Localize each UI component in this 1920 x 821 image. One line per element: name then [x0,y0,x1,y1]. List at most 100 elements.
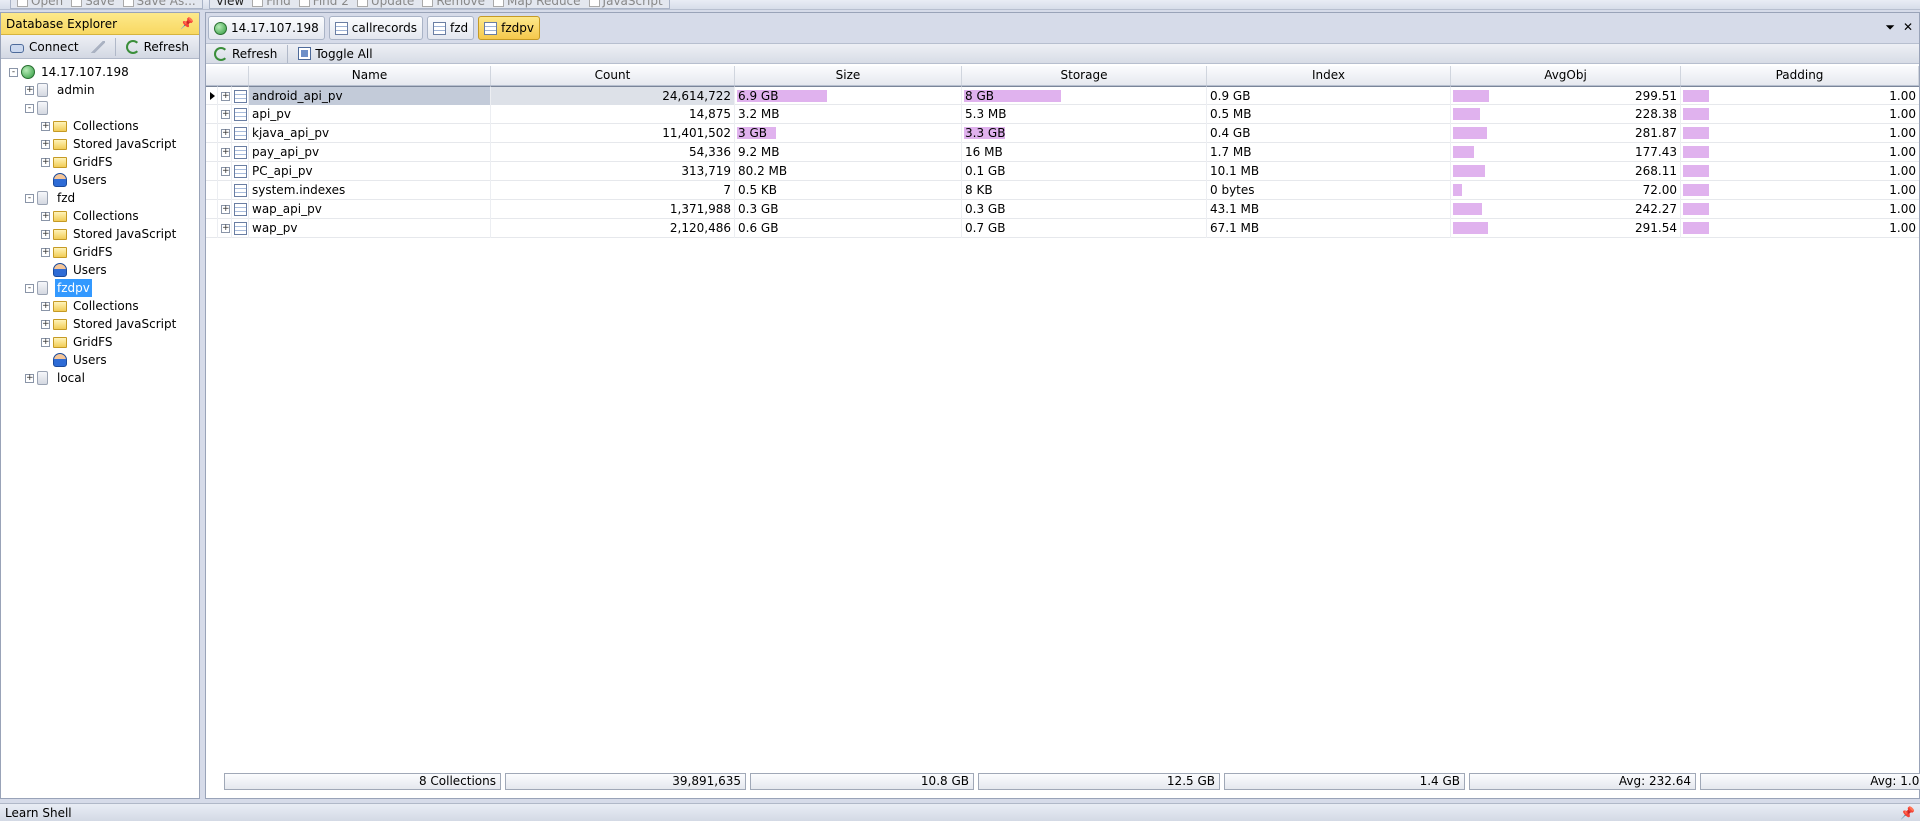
javascript-button[interactable]: JavaScript [588,0,663,8]
tab-fzd[interactable]: fzd [427,16,475,40]
expand-icon[interactable]: + [41,140,50,149]
row-expander[interactable]: + [218,105,232,124]
column-header-count[interactable]: Count [491,66,735,85]
expand-icon[interactable]: + [41,338,50,347]
expand-icon[interactable]: + [221,167,230,176]
database-icon [37,281,48,295]
tree-node-collections[interactable]: + Collections [1,117,199,135]
learn-shell-label[interactable]: Learn Shell [5,806,72,820]
tab-callrecords[interactable]: callrecords [328,16,423,40]
tree-node-stored-javascript[interactable]: + Stored JavaScript [1,315,199,333]
expand-icon[interactable]: + [41,158,50,167]
tree-node-gridfs[interactable]: + GridFS [1,243,199,261]
table-row[interactable]: system.indexes 7 0.5 KB 8 KB 0 bytes 72.00 1.0… [206,181,1919,200]
tree-node-database[interactable]: + local [1,369,199,387]
tab-server[interactable]: 14.17.107.198 [208,16,325,40]
save-as-button[interactable]: Save As... [122,0,196,8]
cell-count: 313,719 [491,162,735,181]
table-row[interactable]: + android_api_pv 24,614,722 6.9 GB 8 GB 0.9 G… [206,86,1919,105]
table-row[interactable]: + kjava_api_pv 11,401,502 3 GB 3.3 GB 0.4 GB 2… [206,124,1919,143]
expand-icon[interactable]: + [221,148,230,157]
pin-icon[interactable]: 📌 [180,17,194,30]
table-row[interactable]: + PC_api_pv 313,719 80.2 MB 0.1 GB 10.1 MB 268… [206,162,1919,181]
tab-fzdpv[interactable]: fzdpv [478,16,540,40]
row-expander[interactable]: + [218,162,232,181]
disconnect-button[interactable] [87,39,109,55]
row-expander[interactable]: + [218,86,232,105]
tree-node-stored-javascript[interactable]: + Stored JavaScript [1,225,199,243]
table-row[interactable]: + wap_api_pv 1,371,988 0.3 GB 0.3 GB 43.1 MB 2… [206,200,1919,219]
collapse-icon[interactable]: - [9,68,18,77]
cell-name: kjava_api_pv [249,124,491,143]
column-header-storage[interactable]: Storage [962,66,1207,85]
expand-icon[interactable]: + [25,374,34,383]
open-button[interactable]: Open [17,0,63,8]
table-row[interactable]: + wap_pv 2,120,486 0.6 GB 0.7 GB 67.1 MB 291.5… [206,219,1919,238]
connect-button[interactable]: Connect [5,38,83,56]
toggle-all-button[interactable]: Toggle All [294,45,376,63]
find-icon [252,0,264,7]
cell-value: 1.00 [1889,107,1916,121]
expand-icon[interactable]: + [221,224,230,233]
cell-value: 80.2 MB [738,164,788,178]
column-header-index[interactable]: Index [1207,66,1451,85]
database-icon [37,371,48,385]
tree-node-collections[interactable]: + Collections [1,207,199,225]
map-reduce-button[interactable]: Map Reduce [493,0,581,8]
tree-node-server[interactable]: - 14.17.107.198 [1,63,199,81]
grid-refresh-button[interactable]: Refresh [210,45,281,63]
row-expander[interactable]: + [218,219,232,238]
collapse-icon[interactable]: - [25,284,34,293]
update-button[interactable]: Update [356,0,414,8]
window-controls: ⏷ ✕ [1885,20,1913,35]
expand-icon[interactable]: + [41,302,50,311]
column-header-padding[interactable]: Padding [1681,66,1919,85]
tree-node-users[interactable]: Users [1,351,199,369]
table-row[interactable]: + api_pv 14,875 3.2 MB 5.3 MB 0.5 MB 228.38 1.0… [206,105,1919,124]
cell-value: 1.00 [1889,221,1916,235]
folder-icon [53,229,67,240]
value-bar [1683,222,1709,234]
explorer-refresh-button[interactable]: Refresh [122,38,193,56]
tree-node-database[interactable]: - fzd [1,189,199,207]
tree-node-collections[interactable]: + Collections [1,297,199,315]
expand-icon[interactable]: + [41,212,50,221]
expand-icon[interactable]: + [221,110,230,119]
view-label: View [215,0,245,8]
remove-button[interactable]: Remove [422,0,485,8]
column-header-size[interactable]: Size [735,66,962,85]
find2-button[interactable]: Find 2 [298,0,349,8]
row-expander[interactable]: + [218,124,232,143]
expand-icon[interactable]: + [221,92,230,101]
column-header-avgobj[interactable]: AvgObj [1451,66,1681,85]
tree-node-database[interactable]: - fzdpv [1,279,199,297]
expand-icon[interactable]: + [41,230,50,239]
tree-node-stored-javascript[interactable]: + Stored JavaScript [1,135,199,153]
value-bar [1453,127,1487,139]
tab-list-dropdown-icon[interactable]: ⏷ [1885,20,1895,35]
tree-node-users[interactable]: Users [1,261,199,279]
column-header-name[interactable]: Name [249,66,491,85]
tree-node-gridfs[interactable]: + GridFS [1,333,199,351]
save-button[interactable]: Save [71,0,115,8]
collapse-icon[interactable]: - [25,104,34,113]
expand-icon[interactable]: + [221,129,230,138]
expand-icon[interactable]: + [221,205,230,214]
tree-node-database[interactable]: + admin [1,81,199,99]
row-icon-cell [232,219,249,238]
pin-icon[interactable]: 📌 [1900,806,1915,820]
find-button[interactable]: Find [252,0,291,8]
expand-icon[interactable]: + [41,122,50,131]
close-tab-icon[interactable]: ✕ [1903,20,1913,35]
tree-node-gridfs[interactable]: + GridFS [1,153,199,171]
expand-icon[interactable]: + [25,86,34,95]
row-expander[interactable]: + [218,200,232,219]
tree-node-label: Users [73,353,107,367]
table-row[interactable]: + pay_api_pv 54,336 9.2 MB 16 MB 1.7 MB 177.43… [206,143,1919,162]
tree-node-database[interactable]: - [1,99,199,117]
expand-icon[interactable]: + [41,248,50,257]
row-expander[interactable]: + [218,143,232,162]
tree-node-users[interactable]: Users [1,171,199,189]
expand-icon[interactable]: + [41,320,50,329]
collapse-icon[interactable]: - [25,194,34,203]
